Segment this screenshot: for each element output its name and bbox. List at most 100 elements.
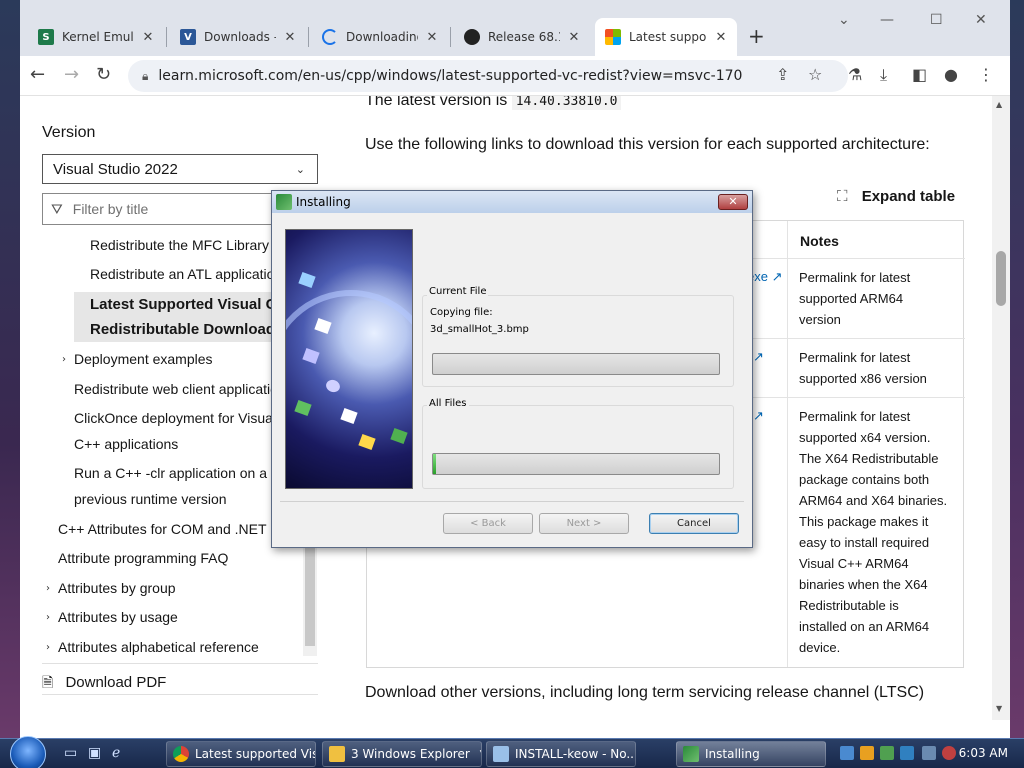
dialog-titlebar[interactable]: Installing ✕	[272, 191, 752, 213]
minimize-button[interactable]: —	[880, 12, 894, 28]
toc-item-attributes-by-usage[interactable]: Attributes by usage	[58, 609, 178, 625]
s-icon: S	[38, 29, 54, 45]
toc-item-run-clr-cont[interactable]: previous runtime version	[74, 491, 227, 507]
toc-item-run-clr[interactable]: Run a C++ -clr application on a	[74, 465, 267, 481]
close-icon[interactable]: ✕	[140, 30, 156, 45]
address-bar[interactable]: 🔒︎ learn.microsoft.com/en-us/cpp/windows…	[128, 60, 848, 92]
toc-item-clickonce[interactable]: ClickOnce deployment for Visual	[74, 410, 276, 426]
network-icon[interactable]	[840, 746, 854, 760]
copying-label: Copying file:	[430, 307, 493, 318]
note-x64: Permalink for latest supported x64 versio…	[799, 409, 948, 655]
installer-banner-image	[285, 229, 413, 489]
toc-item-clickonce-cont[interactable]: C++ applications	[74, 436, 178, 452]
internet-explorer-icon[interactable]: ℯ	[112, 745, 120, 761]
github-icon	[464, 29, 480, 45]
tab-title: Downloading	[346, 30, 418, 44]
cancel-button[interactable]: Cancel	[649, 513, 739, 534]
monitor-icon[interactable]	[922, 746, 936, 760]
next-button[interactable]: Next >	[539, 513, 629, 534]
chevron-down-icon: ⌄	[295, 163, 305, 176]
toc-item-cpp-attributes[interactable]: C++ Attributes for COM and .NET	[58, 521, 267, 537]
x86-download-link[interactable]: ↗	[753, 349, 764, 365]
tab-release[interactable]: Release 68.14 ✕	[454, 18, 590, 56]
desktop-background-right	[1010, 0, 1024, 738]
close-icon[interactable]: ✕	[713, 30, 729, 45]
x64-download-link[interactable]: ↗	[753, 408, 764, 424]
back-button[interactable]: < Back	[443, 513, 533, 534]
profile-avatar-icon[interactable]: ●	[944, 65, 958, 84]
scroll-down-arrow-icon[interactable]: ▼	[996, 704, 1002, 713]
switch-windows-icon[interactable]: ▣	[88, 745, 101, 761]
taskbar: ▭ ▣ ℯ Latest supported Vis... 3 Windows …	[0, 736, 1024, 768]
browser-toolbar: ← → ↻ 🔒︎ learn.microsoft.com/en-us/cpp/w…	[20, 56, 1010, 96]
taskbar-chrome[interactable]: Latest supported Vis...	[166, 741, 316, 767]
vs-icon: V	[180, 29, 196, 45]
taskbar-clock[interactable]: 6:03 AM	[959, 746, 1008, 760]
start-button[interactable]	[10, 736, 46, 768]
chevron-right-icon[interactable]: ›	[46, 642, 50, 653]
update-icon[interactable]	[900, 746, 914, 760]
security-icon[interactable]	[880, 746, 894, 760]
toc-item-attributes-by-group[interactable]: Attributes by group	[58, 580, 176, 596]
expand-table-button[interactable]: ⛶ Expand table	[837, 188, 955, 205]
installer-icon	[276, 194, 292, 210]
installer-icon	[683, 746, 699, 762]
new-tab-button[interactable]: +	[748, 24, 765, 48]
download-pdf-label: Download PDF	[65, 674, 167, 691]
extensions-icon[interactable]: ⚗	[848, 65, 862, 84]
bookmark-star-icon[interactable]: ☆	[808, 65, 822, 84]
maximize-button[interactable]: ☐	[930, 12, 943, 28]
desktop-background-left	[0, 0, 20, 738]
toc-item-attribute-faq[interactable]: Attribute programming FAQ	[58, 550, 228, 566]
toc-item-deployment-examples[interactable]: Deployment examples	[74, 351, 213, 367]
tab-downloading[interactable]: Downloading ✕	[312, 18, 448, 56]
volume-icon[interactable]	[942, 746, 956, 760]
toc-item-redistribute-atl[interactable]: Redistribute an ATL application	[90, 266, 282, 282]
toc-item-redistribute-mfc[interactable]: Redistribute the MFC Library	[90, 237, 269, 253]
chevron-right-icon[interactable]: ›	[46, 583, 50, 594]
share-icon[interactable]: ⇪	[776, 65, 789, 84]
lock-icon[interactable]: 🔒︎	[142, 69, 148, 84]
dialog-close-button[interactable]: ✕	[718, 194, 748, 210]
taskbar-item-label: Latest supported Vis...	[195, 747, 315, 761]
menu-icon[interactable]: ⋮	[978, 65, 994, 84]
latest-version-code: 14.40.33810.0	[511, 96, 622, 110]
tab-title: Release 68.14	[488, 30, 560, 44]
latest-version-text: The latest version is 14.40.33810.0	[365, 96, 622, 110]
tab-downloads[interactable]: V Downloads – ✕	[170, 18, 306, 56]
latest-prefix: The latest version is	[365, 96, 508, 109]
tab-kernel-emulator[interactable]: S Kernel Emulat ✕	[28, 18, 164, 56]
page-scrollbar[interactable]: ▲ ▼	[992, 96, 1010, 720]
scrollbar-thumb[interactable]	[996, 251, 1006, 306]
toc-item-attributes-alphabetical[interactable]: Attributes alphabetical reference	[58, 639, 259, 655]
side-panel-icon[interactable]: ◧	[912, 65, 927, 84]
note-x86: Permalink for latest supported x86 versio…	[799, 350, 927, 386]
shield-icon[interactable]	[860, 746, 874, 760]
links-paragraph: Use the following links to download this…	[365, 136, 930, 153]
close-window-button[interactable]: ✕	[975, 12, 987, 28]
toc-item-redistribute-web-client[interactable]: Redistribute web client applicatio	[74, 381, 278, 397]
version-select[interactable]: Visual Studio 2022 ⌄	[42, 154, 318, 184]
taskbar-installing[interactable]: Installing	[676, 741, 826, 767]
chevron-right-icon[interactable]: ›	[46, 612, 50, 623]
close-icon[interactable]: ✕	[282, 30, 298, 45]
chevron-down-icon: ▼	[480, 749, 481, 759]
download-icon[interactable]: ⤓	[880, 65, 887, 85]
microsoft-icon	[605, 29, 621, 45]
tab-strip: S Kernel Emulat ✕ V Downloads – ✕ Downlo…	[20, 0, 1010, 56]
chevron-right-icon[interactable]: ›	[62, 354, 66, 365]
reload-icon[interactable]: ↻	[96, 64, 111, 85]
tab-latest-supported[interactable]: Latest suppor ✕	[595, 18, 737, 56]
tab-search-icon[interactable]: ⌄	[838, 12, 850, 28]
taskbar-explorer[interactable]: 3 Windows Explorer ▼	[322, 741, 482, 767]
scroll-up-arrow-icon[interactable]: ▲	[996, 100, 1002, 109]
download-pdf-link[interactable]: 🗎 Download PDF	[42, 663, 318, 696]
taskbar-item-label: Installing	[705, 747, 760, 761]
taskbar-notepad[interactable]: INSTALL-keow - No...	[486, 741, 636, 767]
forward-arrow-icon[interactable]: →	[64, 64, 79, 85]
back-arrow-icon[interactable]: ←	[30, 64, 45, 85]
close-icon[interactable]: ✕	[424, 30, 440, 45]
chrome-icon	[173, 746, 189, 762]
close-icon[interactable]: ✕	[566, 30, 582, 45]
show-desktop-icon[interactable]: ▭	[64, 745, 77, 761]
